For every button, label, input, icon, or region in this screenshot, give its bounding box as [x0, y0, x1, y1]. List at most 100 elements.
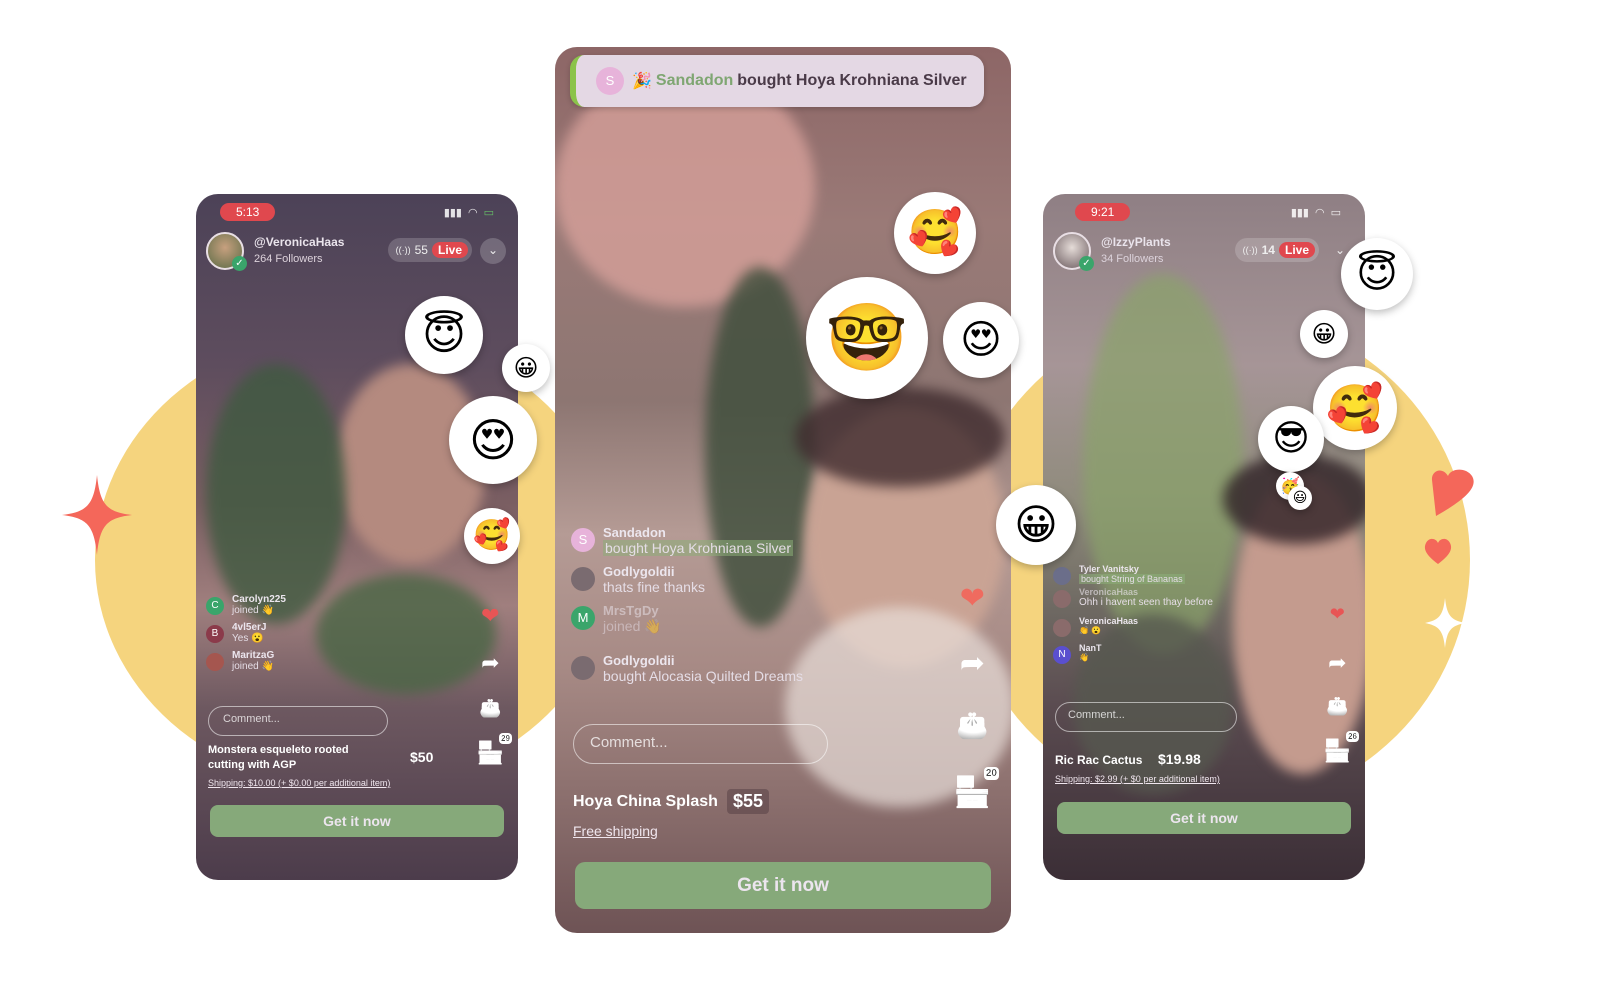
chat-message: bought Hoya Krohniana Silver — [603, 540, 794, 556]
phone-center-live-stream: S Sandadon bought Hoya Krohniana Silver … — [555, 47, 1011, 933]
chat-item: VeronicaHaas Ohh i havent seen thay befo… — [1053, 587, 1213, 608]
broadcast-icon: ((·)) — [395, 245, 411, 255]
reaction-smile-icon: 😃 — [1288, 486, 1312, 510]
reaction-halo-icon: 😇 — [405, 296, 483, 374]
status-time: 9:21 — [1075, 203, 1131, 221]
chevron-down-button[interactable]: ⌄ — [480, 238, 506, 264]
chat-item: M MrsTgDy joined 👋 — [571, 603, 803, 635]
share-button[interactable]: ➦ — [960, 646, 985, 681]
sparkle-icon — [1425, 598, 1465, 648]
chat-user: MrsTgDy — [603, 603, 659, 618]
shop-button[interactable]: 🏪 20 — [953, 767, 999, 810]
chat-message: joined 👋 — [603, 618, 662, 634]
shipping-info[interactable]: Free shipping — [573, 823, 658, 839]
chat-user: Godlygoldii — [603, 653, 675, 668]
wifi-icon: ◠ — [467, 206, 478, 219]
chat-avatar: N — [1053, 646, 1071, 664]
live-viewers-pill: ((·)) 55 Live — [387, 238, 472, 262]
live-viewers-pill: ((·)) 14 Live — [1234, 238, 1319, 262]
share-button[interactable]: ➦ — [1328, 651, 1346, 676]
toast-text: bought Hoya Krohniana Silver — [737, 72, 967, 89]
chat-item: VeronicaHaas 👏 😮 — [1053, 616, 1213, 637]
shop-button[interactable]: 🏪 29 — [477, 733, 512, 766]
comment-input[interactable]: Comment... — [208, 706, 388, 736]
chat-user: Sandadon — [603, 525, 666, 540]
chat-avatar — [571, 567, 595, 591]
chat-feed: S Sandadon bought Hoya Krohniana Silver … — [571, 525, 803, 690]
signal-icon: ▮▮▮ — [443, 206, 462, 219]
shipping-info[interactable]: Shipping: $2.99 (+ $0 per additional ite… — [1055, 774, 1220, 784]
chat-avatar: M — [571, 606, 595, 630]
party-icon: 🎉 — [632, 73, 652, 90]
reaction-halo-icon: 😇 — [1341, 238, 1413, 310]
signal-icon: ▮▮▮ — [1290, 206, 1309, 219]
shop-icon: 🏪 — [1323, 739, 1351, 764]
product-title: Monstera esqueleto rooted cutting with A… — [208, 744, 349, 771]
comment-input[interactable]: Comment... — [1055, 702, 1237, 732]
verified-check-icon: ✓ — [232, 256, 247, 271]
wifi-icon: ◠ — [1314, 206, 1325, 219]
chat-avatar: S — [571, 528, 595, 552]
wallet-button[interactable]: 👛 — [479, 698, 501, 719]
chat-item: Godlygoldii bought Alocasia Quilted Drea… — [571, 653, 803, 684]
phone-right-live-stream: 9:21 ▮▮▮ ◠ ▭ ✓ @IzzyPlants 34 Followers … — [1043, 194, 1365, 880]
shop-button[interactable]: 🏪 26 — [1323, 731, 1359, 764]
chat-user: MaritzaG — [232, 650, 275, 661]
wallet-button[interactable]: 👛 — [1326, 696, 1348, 717]
host-header: ✓ @IzzyPlants 34 Followers ((·)) 14 Live… — [1053, 232, 1355, 272]
action-icons: ❤ ➦ 👛 🏪 26 — [1323, 604, 1359, 764]
verified-check-icon: ✓ — [1079, 256, 1094, 271]
action-icons: ❤ ➦ 👛 🏪 29 — [477, 604, 512, 766]
chat-avatar: C — [206, 597, 224, 615]
chat-item: B 4vl5erJ Yes 😮 — [206, 622, 286, 644]
shop-icon: 🏪 — [953, 775, 991, 810]
chat-item: N NanT 👋 — [1053, 643, 1213, 664]
host-name[interactable]: @VeronicaHaas — [254, 235, 344, 249]
chat-message: 👋 — [1079, 653, 1089, 662]
host-name[interactable]: @IzzyPlants — [1101, 235, 1171, 249]
reaction-grin-icon: 😀 — [502, 344, 550, 392]
chat-item: C Carolyn225 joined 👋 — [206, 594, 286, 616]
comment-input[interactable]: Comment... — [573, 724, 828, 764]
chat-user: Carolyn225 — [232, 594, 286, 605]
reaction-hearts-icon: 🥰 — [894, 192, 976, 274]
shop-count-badge: 29 — [499, 733, 512, 744]
action-icons: ❤ ➦ 👛 🏪 20 — [953, 581, 999, 810]
reaction-nerd-icon: 🤓 — [806, 277, 928, 399]
get-it-now-button[interactable]: Get it now — [1057, 802, 1351, 834]
status-icons: ▮▮▮ ◠ ▭ — [444, 206, 494, 219]
host-followers: 264 Followers — [254, 253, 323, 265]
chat-user: VeronicaHaas — [1079, 587, 1139, 597]
heart-button[interactable]: ❤ — [1330, 604, 1345, 625]
chat-user: NanT — [1079, 643, 1102, 653]
heart-button[interactable]: ❤ — [960, 581, 985, 616]
chat-user: VeronicaHaas — [1079, 616, 1139, 626]
chat-avatar — [206, 653, 224, 671]
chat-avatar — [1053, 590, 1071, 608]
chat-feed: Tyler Vanitsky bought String of Bananas … — [1053, 564, 1213, 670]
wallet-button[interactable]: 👛 — [956, 711, 988, 741]
chat-item: MaritzaG joined 👋 — [206, 650, 286, 672]
reaction-hearts-icon: 🥰 — [1313, 366, 1397, 450]
status-time: 5:13 — [220, 203, 276, 221]
get-it-now-button[interactable]: Get it now — [575, 862, 991, 909]
shipping-info[interactable]: Shipping: $10.00 (+ $0.00 per additional… — [208, 778, 390, 788]
chat-user: Tyler Vanitsky — [1079, 564, 1139, 574]
live-badge: Live — [1278, 242, 1315, 258]
battery-icon: ▭ — [483, 206, 494, 219]
toast-avatar: S — [596, 67, 624, 95]
share-button[interactable]: ➦ — [481, 651, 499, 676]
chat-avatar — [1053, 619, 1071, 637]
heart-icon — [1431, 469, 1474, 516]
product-title: Hoya China Splash — [573, 793, 718, 810]
chat-message: Ohh i havent seen thay before — [1079, 597, 1213, 608]
heart-button[interactable]: ❤ — [481, 604, 499, 629]
chat-avatar: B — [206, 625, 224, 643]
chat-avatar — [571, 656, 595, 680]
product-price: $19.98 — [1158, 751, 1201, 767]
reaction-cool-icon: 😎 — [1258, 406, 1324, 472]
get-it-now-button[interactable]: Get it now — [210, 805, 504, 837]
battery-icon: ▭ — [1330, 206, 1341, 219]
chat-avatar — [1053, 567, 1071, 585]
chat-message: joined 👋 — [232, 605, 274, 616]
